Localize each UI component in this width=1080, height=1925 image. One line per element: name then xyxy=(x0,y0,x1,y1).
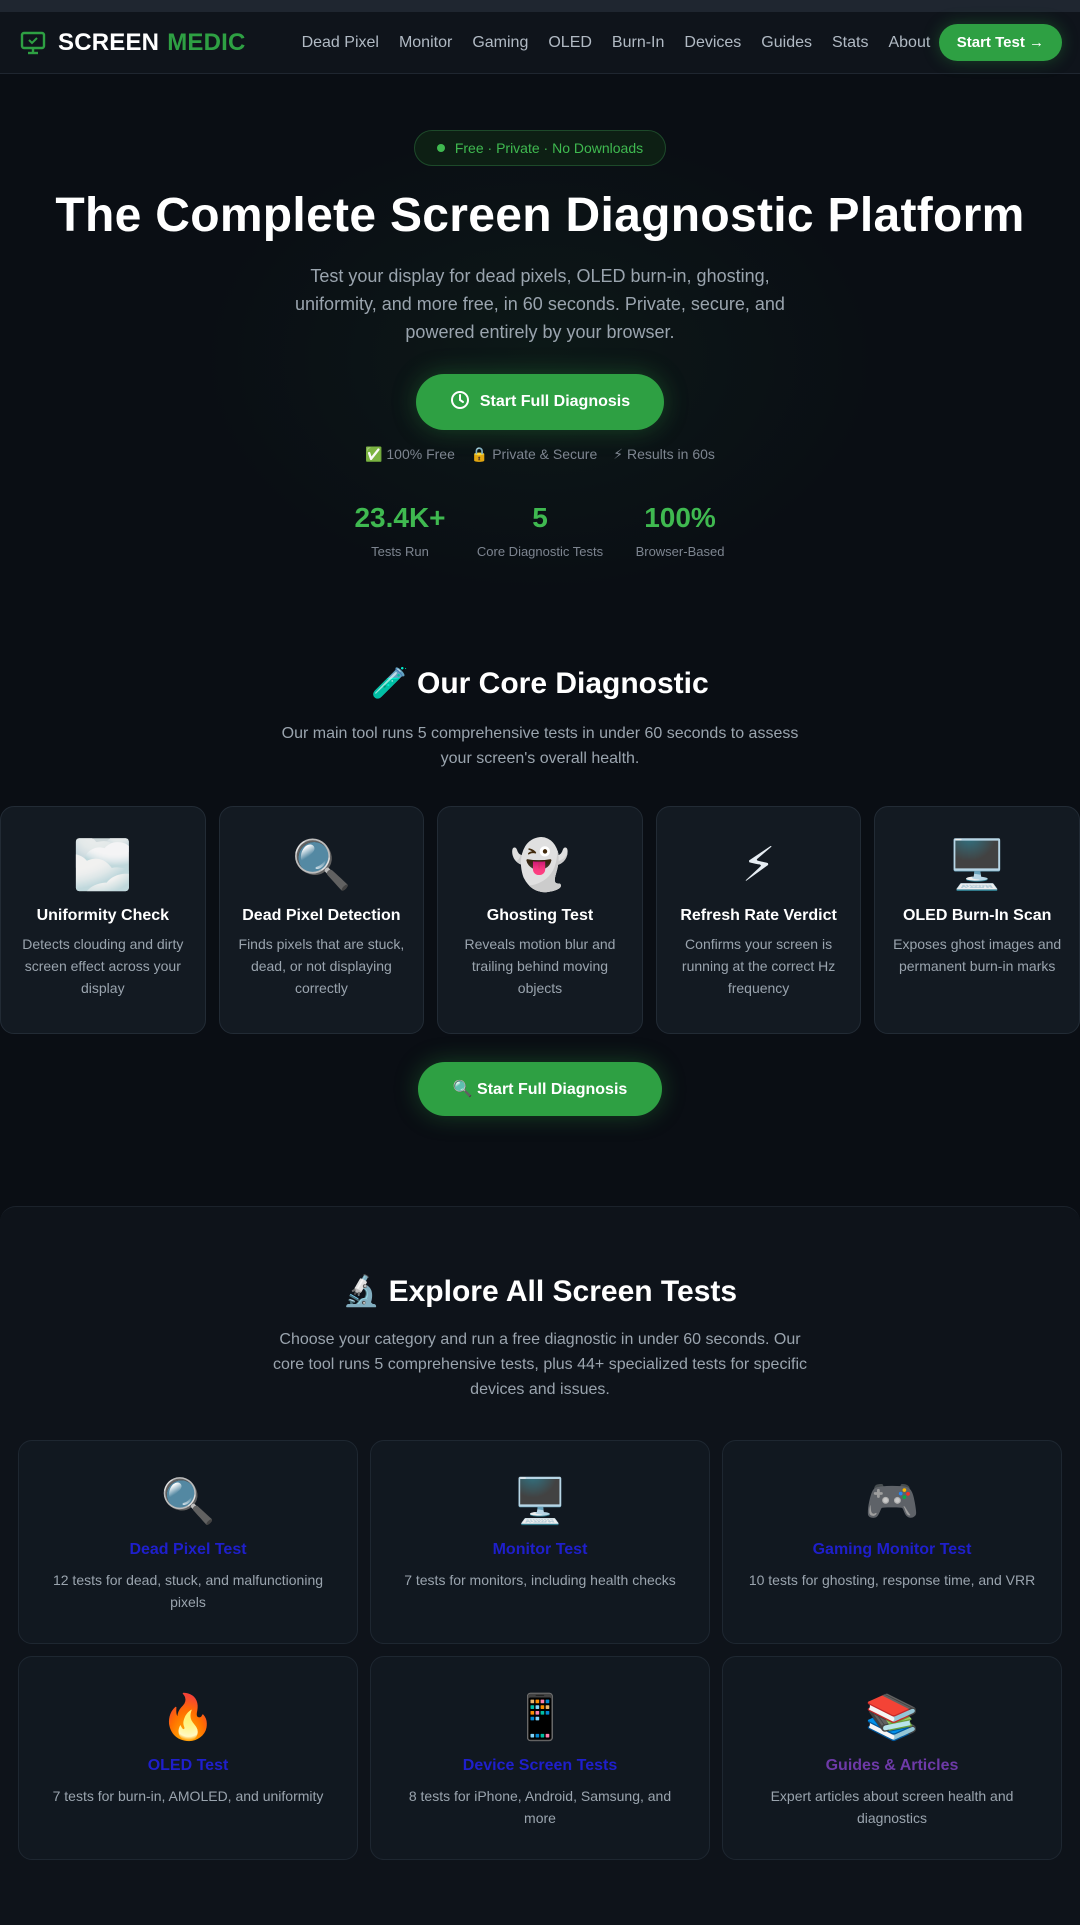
start-test-button[interactable]: Start Test → xyxy=(938,24,1062,61)
clock-icon xyxy=(450,390,470,415)
hero-stats: 23.4K+ Tests Run 5 Core Diagnostic Tests… xyxy=(330,502,750,559)
explore-card-link[interactable]: Gaming Monitor Test xyxy=(813,1541,972,1559)
nav-link-monitor[interactable]: Monitor xyxy=(399,34,452,52)
core-card-title: Dead Pixel Detection xyxy=(242,907,401,924)
core-cards: 🌫️ Uniformity Check Detects clouding and… xyxy=(0,806,1080,1034)
monitor-icon: 🖥️ xyxy=(947,839,1008,892)
hero-badge: Free · Private · No Downloads xyxy=(414,130,666,166)
stat-browser-based: 100% Browser-Based xyxy=(610,502,750,559)
stat-label: Browser-Based xyxy=(635,544,725,559)
magnifier-icon: 🔍 xyxy=(291,839,352,892)
gamepad-icon: 🎮 xyxy=(864,1477,920,1526)
status-dot-icon xyxy=(436,144,445,152)
core-card-refresh-rate[interactable]: ⚡ Refresh Rate Verdict Confirms your scr… xyxy=(655,806,862,1034)
explore-card-desc: 8 tests for iPhone, Android, Samsung, an… xyxy=(408,1788,672,1826)
nav-link-dead-pixel[interactable]: Dead Pixel xyxy=(302,34,379,52)
core-card-ghosting[interactable]: 👻 Ghosting Test Reveals motion blur and … xyxy=(437,806,643,1034)
explore-card-oled[interactable]: 🔥 OLED Test 7 tests for burn-in, AMOLED,… xyxy=(18,1656,358,1860)
brand-name-primary: SCREEN xyxy=(58,28,160,56)
stat-value: 23.4K+ xyxy=(354,502,446,533)
explore-card-link[interactable]: Guides & Articles xyxy=(826,1757,959,1775)
core-card-desc: Confirms your screen is running at the c… xyxy=(681,936,836,996)
monitor-icon: 🖥️ xyxy=(512,1477,568,1526)
nav-link-gaming[interactable]: Gaming xyxy=(472,34,528,52)
core-card-uniformity[interactable]: 🌫️ Uniformity Check Detects clouding and… xyxy=(0,806,206,1034)
core-section-subtitle: Our main tool runs 5 comprehensive tests… xyxy=(281,725,799,767)
core-card-desc: Finds pixels that are stuck, dead, or no… xyxy=(238,936,405,996)
brand-logo[interactable]: SCREEN MEDIC xyxy=(18,28,246,58)
stat-label: Core Diagnostic Tests xyxy=(476,544,604,559)
monitor-icon xyxy=(18,28,48,58)
explore-card-monitor[interactable]: 🖥️ Monitor Test 7 tests for monitors, in… xyxy=(370,1440,710,1644)
core-section-title: 🧪 Our Core Diagnostic xyxy=(371,667,709,700)
core-card-title: Ghosting Test xyxy=(486,907,594,924)
stat-value: 5 xyxy=(532,502,548,533)
explore-section-subtitle: Choose your category and run a free diag… xyxy=(272,1331,808,1398)
phone-icon: 📱 xyxy=(512,1693,568,1742)
explore-card-desc: Expert articles about screen health and … xyxy=(770,1788,1014,1826)
explore-card-link[interactable]: Dead Pixel Test xyxy=(129,1541,246,1559)
explore-section-title: 🔬 Explore All Screen Tests xyxy=(342,1275,738,1308)
start-full-diagnosis-button[interactable]: Start Full Diagnosis xyxy=(416,374,664,430)
hero-subtitle: Test your display for dead pixels, OLED … xyxy=(295,266,785,342)
stat-label: Tests Run xyxy=(371,544,429,559)
core-card-desc: Reveals motion blur and trailing behind … xyxy=(464,936,616,996)
explore-card-device[interactable]: 📱 Device Screen Tests 8 tests for iPhone… xyxy=(370,1656,710,1860)
trust-indicators: ✅ 100% Free 🔒 Private & Secure ⚡ Results… xyxy=(0,446,1080,463)
core-card-oled-burn-in[interactable]: 🖥️ OLED Burn-In Scan Exposes ghost image… xyxy=(874,806,1080,1034)
explore-cards: 🔍 Dead Pixel Test 12 tests for dead, stu… xyxy=(18,1440,1062,1860)
start-full-diagnosis-label: Start Full Diagnosis xyxy=(479,393,631,410)
explore-card-dead-pixel[interactable]: 🔍 Dead Pixel Test 12 tests for dead, stu… xyxy=(18,1440,358,1644)
stat-tests-run: 23.4K+ Tests Run xyxy=(330,502,470,559)
core-card-title: Uniformity Check xyxy=(36,907,170,924)
explore-card-desc: 7 tests for burn-in, AMOLED, and uniform… xyxy=(52,1788,324,1804)
hero-title: The Complete Screen Diagnostic Platform xyxy=(55,189,1025,242)
explore-card-desc: 12 tests for dead, stuck, and malfunctio… xyxy=(52,1572,324,1610)
books-icon: 📚 xyxy=(864,1693,920,1742)
trust-private: 🔒 Private & Secure xyxy=(470,446,598,462)
stat-core-tests: 5 Core Diagnostic Tests xyxy=(470,502,610,559)
core-card-title: Refresh Rate Verdict xyxy=(680,907,837,924)
core-card-desc: Detects clouding and dirty screen effect… xyxy=(22,936,184,996)
magnifier-icon: 🔍 xyxy=(160,1477,216,1526)
core-start-diagnosis-button[interactable]: 🔍 Start Full Diagnosis xyxy=(418,1062,662,1116)
hero-badge-text: Free · Private · No Downloads xyxy=(454,140,644,156)
core-card-title: OLED Burn-In Scan xyxy=(902,907,1052,924)
explore-card-link[interactable]: Monitor Test xyxy=(493,1541,588,1559)
brand-name: SCREEN MEDIC xyxy=(58,29,246,57)
nav-link-guides[interactable]: Guides xyxy=(761,34,812,52)
fog-icon: 🌫️ xyxy=(72,839,133,892)
explore-card-guides[interactable]: 📚 Guides & Articles Expert articles abou… xyxy=(722,1656,1062,1860)
explore-card-link[interactable]: Device Screen Tests xyxy=(463,1757,617,1775)
trust-free: ✅ 100% Free xyxy=(365,446,455,462)
trust-speed: ⚡ Results in 60s xyxy=(613,446,715,462)
stat-value: 100% xyxy=(644,502,716,533)
explore-card-link[interactable]: OLED Test xyxy=(148,1757,229,1775)
explore-card-desc: 7 tests for monitors, including health c… xyxy=(404,1572,676,1588)
core-card-dead-pixel[interactable]: 🔍 Dead Pixel Detection Finds pixels that… xyxy=(218,806,425,1034)
ghost-icon: 👻 xyxy=(510,839,570,892)
top-border xyxy=(0,0,1080,12)
nav-link-stats[interactable]: Stats xyxy=(832,34,868,52)
explore-card-gaming[interactable]: 🎮 Gaming Monitor Test 10 tests for ghost… xyxy=(722,1440,1062,1644)
fire-icon: 🔥 xyxy=(160,1693,216,1742)
nav-link-burn-in[interactable]: Burn-In xyxy=(612,34,664,52)
brand-name-secondary: MEDIC xyxy=(167,28,246,56)
explore-card-desc: 10 tests for ghosting, response time, an… xyxy=(748,1572,1036,1588)
core-card-desc: Exposes ghost images and permanent burn-… xyxy=(893,936,1062,974)
lightning-icon: ⚡ xyxy=(741,839,776,892)
nav-link-about[interactable]: About xyxy=(888,34,930,52)
nav-link-oled[interactable]: OLED xyxy=(548,34,592,52)
nav-link-devices[interactable]: Devices xyxy=(684,34,741,52)
navbar: SCREEN MEDIC Dead Pixel Monitor Gaming OL… xyxy=(0,12,1080,74)
nav-links: Dead Pixel Monitor Gaming OLED Burn-In D… xyxy=(302,34,931,52)
